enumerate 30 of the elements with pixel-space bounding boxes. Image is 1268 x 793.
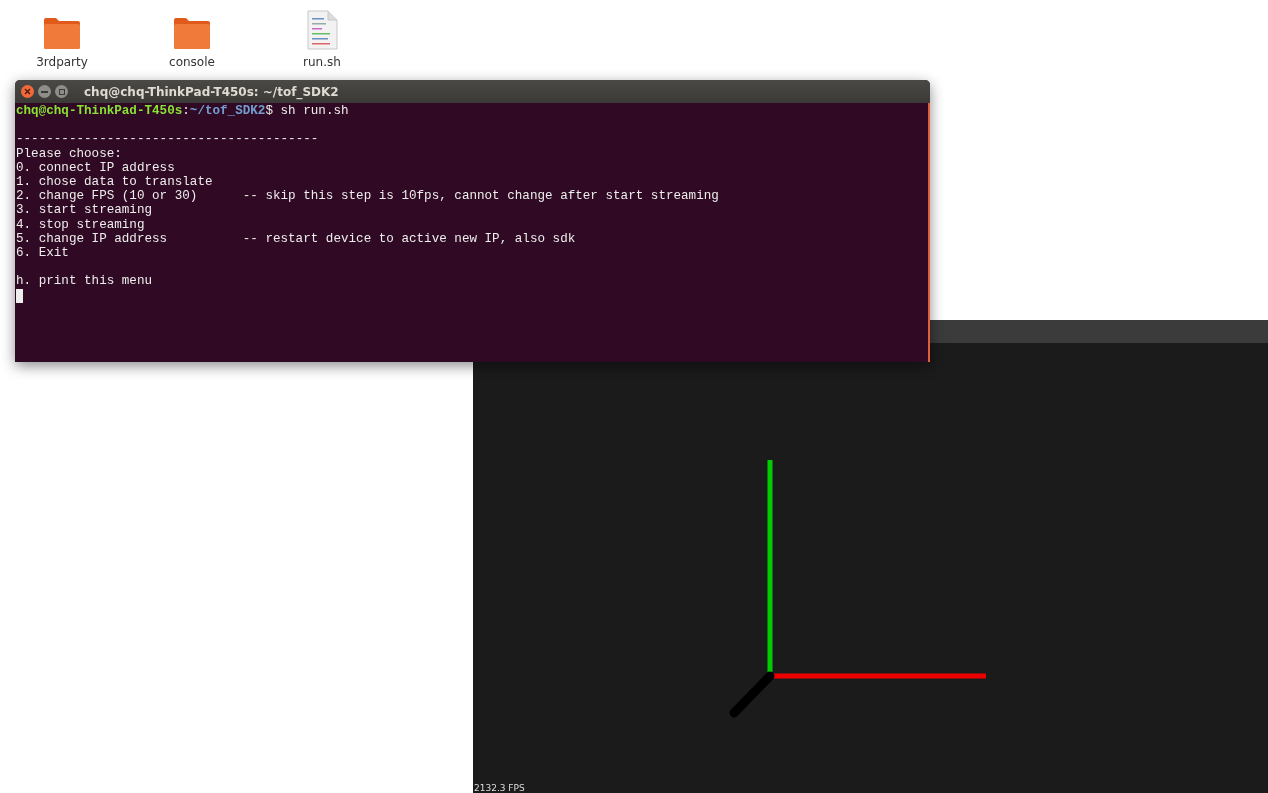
fps-counter: 2132.3 FPS: [474, 783, 525, 793]
menu-option: 0. connect IP address: [16, 160, 243, 175]
window-title: chq@chq-ThinkPad-T450s: ~/tof_SDK2: [84, 83, 339, 101]
menu-heading: Please choose:: [16, 146, 123, 161]
menu-option: 2. change FPS (10 or 30): [16, 189, 243, 204]
icon-label[interactable]: console: [169, 53, 215, 71]
menu-option: 3. start streaming: [16, 203, 243, 218]
close-icon: [24, 88, 31, 95]
menu-option: 5. change IP address: [16, 231, 243, 246]
document-icon: [306, 10, 338, 50]
prompt-separator: :: [182, 104, 190, 118]
separator-line: ----------------------------------------: [16, 132, 320, 147]
menu-option: 6. Exit: [16, 246, 243, 261]
option-note: -- restart device to active new IP, also sdk: [242, 231, 576, 246]
prompt-symbol: $: [265, 104, 273, 118]
menu-option: 4. stop streaming: [16, 217, 243, 232]
maximize-button[interactable]: [55, 85, 68, 98]
command-text: sh run.sh: [280, 104, 349, 118]
prompt-user-host: chq@chq-ThinkPad-T450s: [16, 104, 183, 118]
folder-icon: [172, 16, 212, 50]
text-cursor: [16, 288, 23, 303]
menu-option: 1. chose data to translate: [16, 175, 243, 190]
menu-option: h. print this menu: [16, 274, 928, 289]
close-button[interactable]: [21, 85, 34, 98]
folder-icon: [42, 16, 82, 50]
prompt-path: ~/tof_SDK2: [189, 104, 266, 118]
option-note: -- skip this step is 10fps, cannot change after start streaming: [242, 189, 719, 204]
icon-label[interactable]: 3rdparty: [36, 53, 88, 71]
minimize-button[interactable]: [38, 85, 51, 98]
icon-label[interactable]: run.sh: [303, 53, 341, 71]
